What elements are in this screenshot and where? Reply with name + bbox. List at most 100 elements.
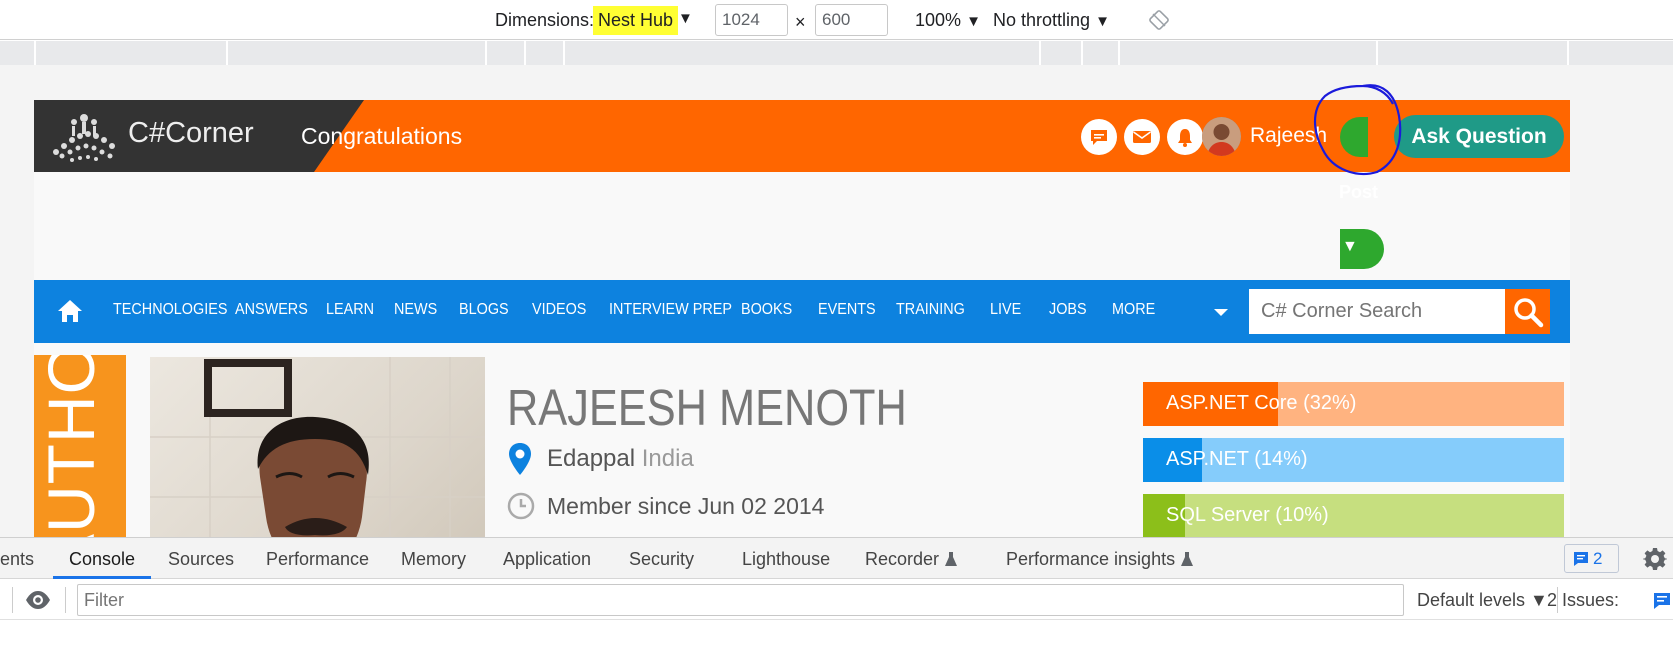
experiment-icon: [1181, 552, 1194, 566]
tab-performance-insights-label: Performance insights: [1006, 549, 1176, 569]
search-button[interactable]: [1505, 289, 1550, 334]
profile-name: RAJEESH MENOTH: [507, 379, 907, 436]
nav-jobs[interactable]: JOBS: [1049, 301, 1087, 319]
author-tab: AUTHOR: [34, 355, 126, 537]
profile-country: India: [641, 445, 694, 472]
issues-label: 2 Issues:: [1547, 590, 1620, 610]
nav-news[interactable]: NEWS: [394, 301, 437, 319]
screen: Dimensions: Nest Hub ▼ × 100% ▼ No throt…: [0, 0, 1673, 672]
congratulations-text[interactable]: Congratulations: [301, 123, 462, 150]
avatar[interactable]: [1202, 117, 1241, 156]
nav-interview-prep[interactable]: INTERVIEW PREP: [609, 301, 732, 319]
search-icon: [1514, 298, 1544, 328]
message-count: 2: [1593, 549, 1603, 568]
width-input[interactable]: [715, 4, 788, 36]
skill-bar[interactable]: ASP.NET Core (32%): [1143, 382, 1564, 426]
member-since: Member since Jun 02 2014: [547, 493, 825, 519]
post-dropdown-button[interactable]: ▼: [1340, 229, 1384, 269]
device-toolbar: Dimensions: Nest Hub ▼ × 100% ▼ No throt…: [0, 0, 1673, 40]
nav-books[interactable]: BOOKS: [741, 301, 792, 319]
tab-lighthouse[interactable]: Lighthouse: [742, 549, 830, 570]
home-icon[interactable]: [56, 297, 84, 325]
device-dropdown-icon[interactable]: ▼: [678, 10, 693, 27]
zoom-value: 100%: [915, 10, 962, 30]
device-select[interactable]: Nest Hub: [593, 6, 679, 35]
tab-security[interactable]: Security: [629, 549, 694, 570]
skill-label: ASP.NET (14%): [1166, 448, 1308, 470]
profile-photo: [150, 357, 485, 537]
post-button[interactable]: [1340, 117, 1368, 157]
bell-icon: [1178, 129, 1192, 147]
dimensions-label: Dimensions:: [495, 10, 595, 30]
profile-photo-image: [150, 357, 485, 537]
notification-button[interactable]: [1167, 119, 1203, 155]
tab-performance[interactable]: Performance: [266, 549, 369, 570]
media-query-ruler[interactable]: [0, 41, 1673, 65]
skill-label: ASP.NET Core (32%): [1166, 392, 1357, 414]
nav-more[interactable]: MORE: [1112, 301, 1155, 319]
console-filterbar: Default levels ▼ 2 Issues:: [0, 580, 1673, 620]
devtools-tabbar: ents Console Sources Performance Memory …: [0, 538, 1673, 579]
eye-icon[interactable]: [25, 589, 51, 611]
nav-technologies[interactable]: TECHNOLOGIES: [113, 301, 227, 319]
search-input[interactable]: [1249, 289, 1505, 334]
nav-training[interactable]: TRAINING: [896, 301, 965, 319]
nav-events[interactable]: EVENTS: [818, 301, 876, 319]
skill-bar[interactable]: ASP.NET (14%): [1143, 438, 1564, 482]
skill-label: SQL Server (10%): [1166, 504, 1329, 526]
tab-application[interactable]: Application: [503, 549, 591, 570]
logo-text: C#Corner: [128, 117, 254, 149]
gear-icon[interactable]: [1643, 547, 1667, 571]
logo-area[interactable]: C#Corner: [34, 100, 314, 172]
nav-learn[interactable]: LEARN: [326, 301, 374, 319]
zoom-select[interactable]: 100% ▼: [915, 10, 981, 31]
throttling-select[interactable]: No throttling ▼: [993, 10, 1110, 31]
post-dropdown-icon: ▼: [1342, 238, 1358, 255]
devtools-panel: ents Console Sources Performance Memory …: [0, 537, 1673, 672]
author-tab-label: AUTHOR: [34, 355, 108, 537]
rotate-icon[interactable]: [1148, 9, 1170, 31]
page-viewport: C#Corner Congratulations Rajeesh Ask Que…: [0, 65, 1673, 537]
active-tab-indicator: [53, 576, 151, 579]
clock-icon: [507, 492, 535, 520]
mail-button[interactable]: [1124, 119, 1160, 155]
nav-live[interactable]: LIVE: [990, 301, 1021, 319]
profile-city: Edappal: [547, 445, 636, 472]
zoom-dropdown-icon: ▼: [966, 13, 981, 30]
tab-console[interactable]: Console: [69, 549, 135, 570]
chat-icon: [1091, 130, 1107, 145]
messages-badge[interactable]: 2: [1564, 544, 1619, 573]
nav-videos[interactable]: VIDEOS: [532, 301, 586, 319]
message-icon: [1574, 552, 1588, 566]
times-sign: ×: [795, 12, 806, 32]
tab-recorder[interactable]: Recorder: [865, 549, 958, 570]
throttling-dropdown-icon: ▼: [1095, 13, 1110, 30]
filter-input[interactable]: [77, 584, 1404, 616]
height-input[interactable]: [815, 4, 888, 36]
website: C#Corner Congratulations Rajeesh Ask Que…: [34, 100, 1570, 537]
skill-bar[interactable]: SQL Server (10%): [1143, 494, 1564, 537]
post-button-label[interactable]: Post: [1339, 182, 1378, 203]
tab-performance-insights[interactable]: Performance insights: [1006, 549, 1194, 570]
mail-icon: [1133, 131, 1151, 143]
ask-question-button[interactable]: Ask Question: [1394, 115, 1564, 158]
nav-blogs[interactable]: BLOGS: [459, 301, 509, 319]
tab-recorder-label: Recorder: [865, 549, 940, 569]
profile-location: Edappal India: [547, 445, 694, 473]
username[interactable]: Rajeesh: [1250, 124, 1327, 148]
main-nav: TECHNOLOGIES ANSWERS LEARN NEWS BLOGS VI…: [34, 280, 1570, 343]
issue-icon: [1654, 593, 1670, 609]
tab-sources[interactable]: Sources: [168, 549, 234, 570]
default-levels-select[interactable]: Default levels ▼: [1417, 590, 1548, 611]
experiment-icon: [945, 552, 958, 566]
issues-button[interactable]: 2 Issues:: [1547, 590, 1670, 611]
avatar-image: [1202, 117, 1241, 156]
chat-button[interactable]: [1081, 119, 1117, 155]
more-dropdown-icon[interactable]: [1214, 309, 1228, 316]
tab-elements[interactable]: ents: [0, 549, 34, 570]
location-pin-icon: [509, 443, 531, 475]
throttling-value: No throttling: [993, 10, 1091, 30]
site-header: C#Corner Congratulations Rajeesh Ask Que…: [34, 100, 1570, 172]
tab-memory[interactable]: Memory: [401, 549, 466, 570]
nav-answers[interactable]: ANSWERS: [235, 301, 308, 319]
